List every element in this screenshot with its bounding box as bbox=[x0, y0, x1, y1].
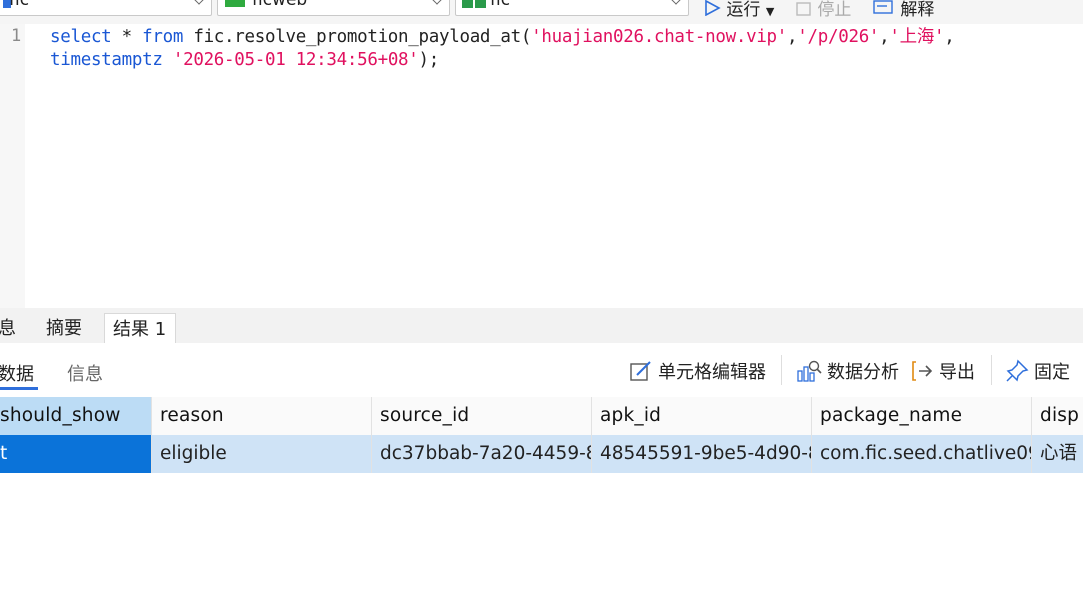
sql-code[interactable]: select * from fic.resolve_promotion_payl… bbox=[50, 26, 955, 72]
explain-icon bbox=[873, 0, 893, 14]
sql-editor[interactable]: 1 select * from fic.resolve_promotion_pa… bbox=[0, 24, 1083, 308]
grid-cell[interactable]: 48545591-9be5-4d90-8 bbox=[592, 435, 812, 473]
column-header[interactable]: reason bbox=[152, 397, 372, 435]
grid-cell[interactable]: t bbox=[0, 435, 152, 473]
chevron-down-icon bbox=[431, 0, 443, 5]
run-label: 运行 bbox=[726, 0, 761, 20]
column-header[interactable]: disp bbox=[1032, 397, 1083, 435]
column-header[interactable]: apk_id bbox=[592, 397, 812, 435]
play-icon bbox=[705, 0, 721, 17]
explain-label: 解释 bbox=[900, 0, 935, 20]
code-tail: ); bbox=[418, 50, 440, 70]
grid-cell[interactable]: dc37bbab-7a20-4459-8 bbox=[372, 435, 592, 473]
data-analysis-label: 数据分析 bbox=[827, 362, 899, 383]
database-select[interactable]: ficweb bbox=[217, 0, 450, 16]
subtab-data[interactable]: 数据 bbox=[0, 360, 34, 386]
chevron-down-icon bbox=[670, 0, 682, 5]
stop-label: 停止 bbox=[817, 0, 852, 20]
line-number: 1 bbox=[11, 26, 22, 46]
pin-label: 固定 bbox=[1034, 362, 1070, 383]
export-icon bbox=[912, 361, 933, 381]
code-star: * bbox=[111, 27, 143, 47]
result-subbar: 数据 信息 单元格编辑器 数据分析 导出 固定 bbox=[0, 343, 1083, 397]
string-arg1: 'huajian026.chat-now.vip' bbox=[531, 27, 788, 47]
grid-cell[interactable]: com.fic.seed.chatlive095 bbox=[812, 435, 1032, 473]
cell-editor-button[interactable]: 单元格编辑器 bbox=[629, 358, 766, 384]
grid-cell[interactable]: eligible bbox=[152, 435, 372, 473]
column-header[interactable]: source_id bbox=[372, 397, 592, 435]
schema-value: fic bbox=[490, 0, 511, 10]
chevron-down-icon bbox=[193, 0, 205, 5]
keyword-select: select bbox=[50, 27, 112, 47]
schema-icon bbox=[462, 0, 486, 12]
toolbar-divider bbox=[991, 355, 992, 385]
export-button[interactable]: 导出 bbox=[910, 358, 975, 384]
result-tabs: 息 摘要 结果 1 bbox=[0, 308, 1083, 343]
caret-down-icon: ▼ bbox=[765, 5, 775, 18]
line-gutter: 1 bbox=[0, 24, 25, 308]
tab-result-1[interactable]: 结果 1 bbox=[104, 313, 176, 343]
keyword-from: from bbox=[142, 27, 184, 47]
pin-button[interactable]: 固定 bbox=[1005, 358, 1070, 384]
stop-button[interactable]: 停止 bbox=[796, 0, 851, 20]
tab-messages[interactable]: 息 bbox=[0, 313, 24, 343]
subtab-info[interactable]: 信息 bbox=[67, 360, 103, 386]
table-row[interactable]: t eligible dc37bbab-7a20-4459-8 48545591… bbox=[0, 435, 1083, 473]
explain-button[interactable]: 解释 bbox=[873, 0, 934, 20]
connection-value: fic bbox=[9, 0, 30, 10]
grid-header-row: should_show reason source_id apk_id pack… bbox=[0, 397, 1083, 436]
connection-select[interactable]: fic bbox=[0, 0, 212, 16]
column-header[interactable]: package_name bbox=[812, 397, 1032, 435]
code-function: fic.resolve_promotion_payload_at( bbox=[183, 27, 532, 47]
subtab-underline bbox=[0, 387, 38, 390]
export-label: 导出 bbox=[939, 362, 975, 383]
schema-select[interactable]: fic bbox=[455, 0, 689, 16]
code-comma: , bbox=[944, 27, 955, 47]
tab-summary[interactable]: 摘要 bbox=[38, 313, 90, 343]
analysis-icon bbox=[797, 360, 822, 382]
pin-icon bbox=[1006, 359, 1029, 382]
database-value: ficweb bbox=[252, 0, 308, 10]
string-arg4: '2026-05-01 12:34:56+08' bbox=[172, 50, 419, 70]
keyword-timestamptz: timestamptz bbox=[50, 50, 163, 70]
string-arg2: '/p/026' bbox=[797, 27, 880, 47]
toolbar: fic ficweb fic 运行 ▼ 停止 解释 bbox=[0, 0, 1083, 25]
run-button[interactable]: 运行 ▼ bbox=[703, 0, 774, 20]
code-comma: , bbox=[879, 27, 890, 47]
cell-editor-label: 单元格编辑器 bbox=[658, 362, 766, 383]
edit-icon bbox=[630, 361, 651, 381]
code-comma: , bbox=[787, 27, 798, 47]
data-analysis-button[interactable]: 数据分析 bbox=[796, 358, 899, 384]
database-icon bbox=[224, 0, 246, 13]
column-header[interactable]: should_show bbox=[0, 397, 152, 435]
grid-cell[interactable]: 心语 bbox=[1032, 435, 1083, 473]
toolbar-divider bbox=[781, 355, 782, 385]
string-arg3: '上海' bbox=[889, 27, 945, 47]
stop-icon bbox=[796, 2, 811, 16]
